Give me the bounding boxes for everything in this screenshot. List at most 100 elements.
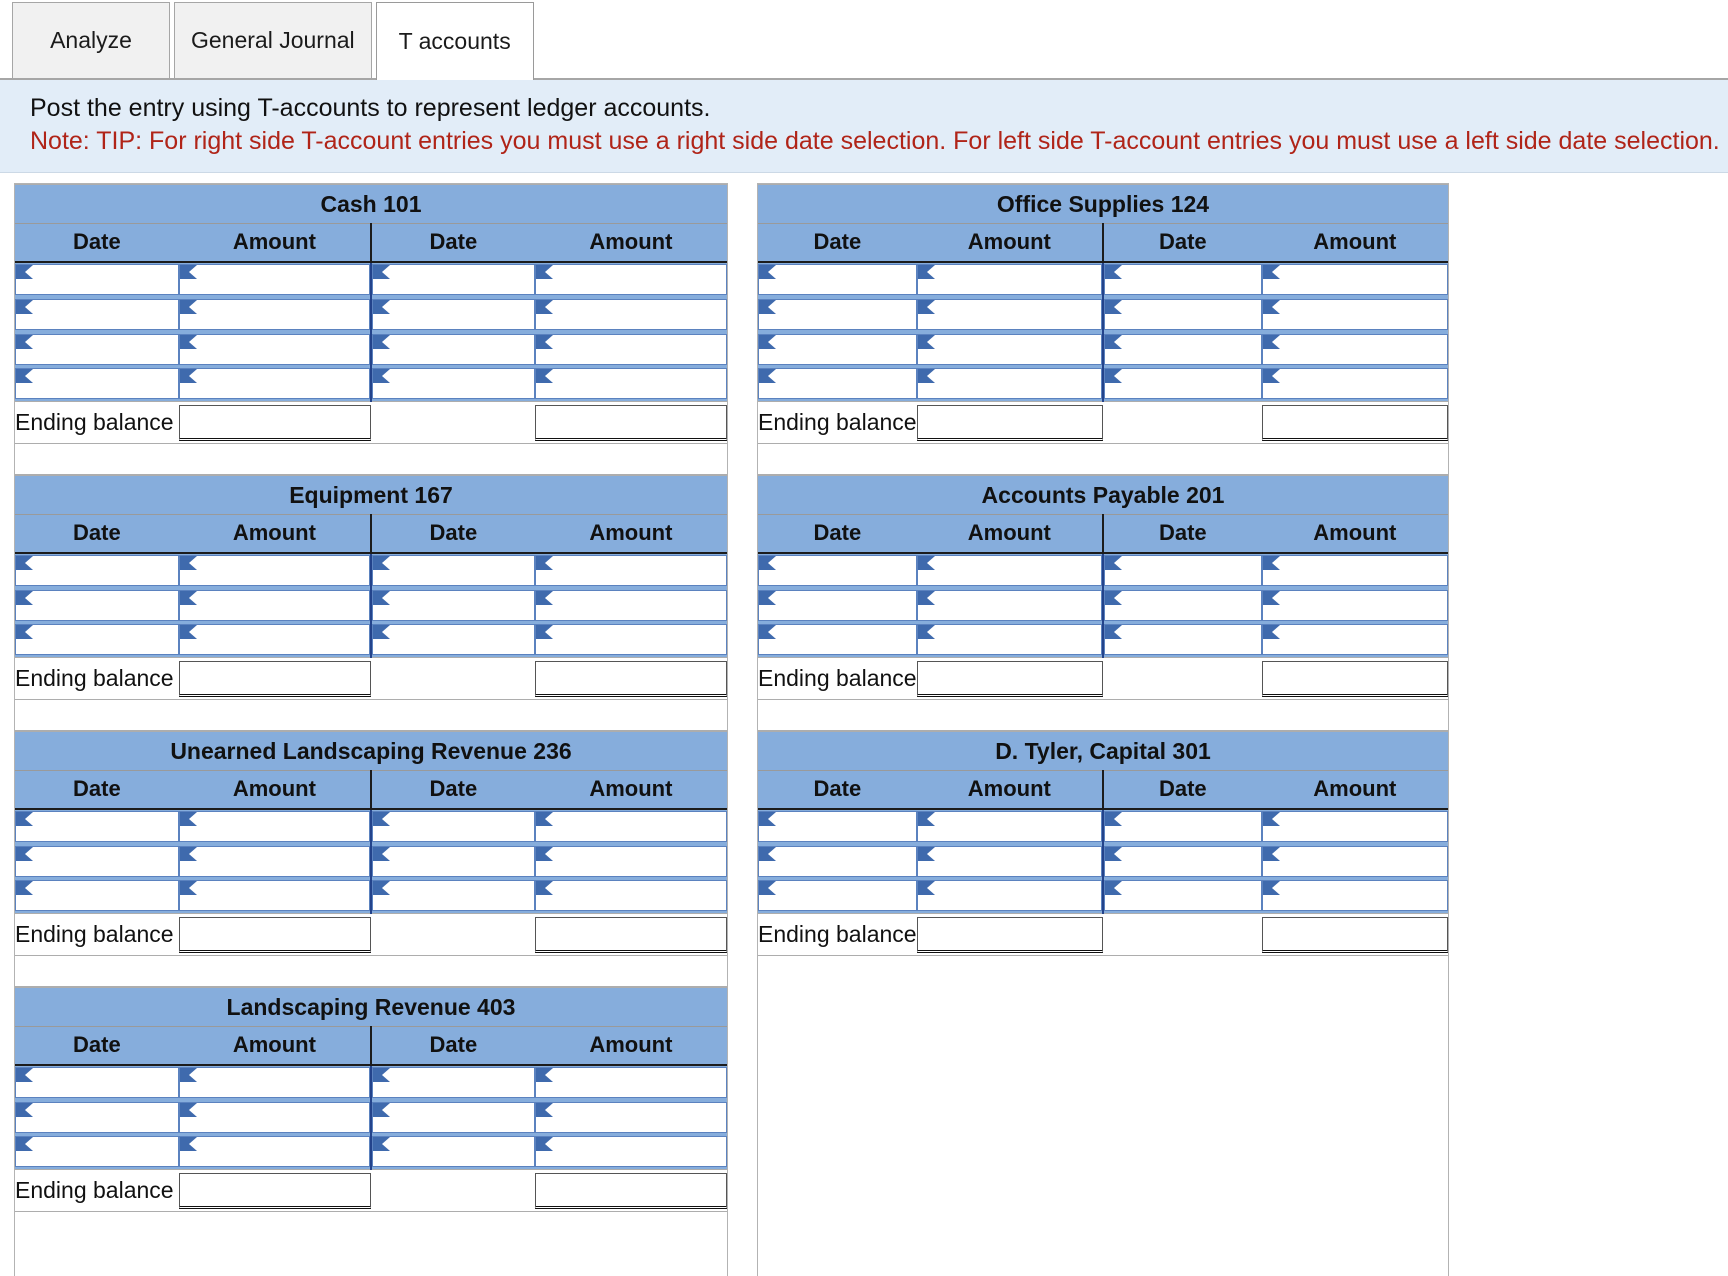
date-select-right-cash-101-row2[interactable] [371, 298, 535, 330]
date-select-left-cash-101-row4[interactable] [15, 368, 179, 400]
ending-balance-input-right-accounts-payable-201[interactable] [1261, 660, 1448, 697]
date-select-right-unearned-landscaping-revenue-236-row2[interactable] [371, 845, 535, 877]
date-select-left-unearned-landscaping-revenue-236-row2[interactable] [15, 845, 179, 877]
amount-select-right-accounts-payable-201-row1[interactable] [1261, 555, 1448, 586]
amount-select-right-d-tyler-capital-301-row3[interactable] [1261, 880, 1448, 912]
amount-select-left-cash-101-row4[interactable] [178, 368, 370, 400]
amount-select-left-d-tyler-capital-301-row1[interactable] [916, 811, 1102, 842]
amount-select-left-landscaping-revenue-403-row3[interactable] [178, 1136, 370, 1168]
amount-select-left-cash-101-row1[interactable] [178, 264, 370, 295]
date-select-left-d-tyler-capital-301-row2[interactable] [758, 845, 917, 877]
date-select-right-cash-101-row1[interactable] [371, 264, 535, 295]
date-select-right-equipment-167-row1[interactable] [371, 555, 535, 586]
amount-select-right-cash-101-row4[interactable] [534, 368, 727, 400]
tab-analyze[interactable]: Analyze [12, 2, 170, 78]
date-select-right-unearned-landscaping-revenue-236-row1[interactable] [371, 811, 535, 842]
amount-select-left-cash-101-row2[interactable] [178, 298, 370, 330]
date-select-left-d-tyler-capital-301-row1[interactable] [758, 811, 917, 842]
amount-select-right-office-supplies-124-row3[interactable] [1261, 333, 1448, 365]
date-select-right-office-supplies-124-row2[interactable] [1103, 298, 1262, 330]
amount-select-left-unearned-landscaping-revenue-236-row2[interactable] [178, 845, 370, 877]
date-select-right-accounts-payable-201-row2[interactable] [1103, 589, 1262, 621]
amount-select-left-office-supplies-124-row2[interactable] [916, 298, 1102, 330]
amount-select-left-unearned-landscaping-revenue-236-row3[interactable] [178, 880, 370, 912]
amount-select-left-d-tyler-capital-301-row2[interactable] [916, 845, 1102, 877]
date-select-right-office-supplies-124-row4[interactable] [1103, 368, 1262, 400]
date-select-left-equipment-167-row3[interactable] [15, 624, 179, 656]
date-select-right-landscaping-revenue-403-row3[interactable] [371, 1136, 535, 1168]
amount-select-right-accounts-payable-201-row2[interactable] [1261, 589, 1448, 621]
amount-select-left-accounts-payable-201-row2[interactable] [916, 589, 1102, 621]
amount-select-right-landscaping-revenue-403-row3[interactable] [534, 1136, 727, 1168]
ending-balance-input-right-cash-101[interactable] [534, 404, 727, 441]
amount-select-right-landscaping-revenue-403-row2[interactable] [534, 1101, 727, 1133]
date-select-right-unearned-landscaping-revenue-236-row3[interactable] [371, 880, 535, 912]
date-select-left-office-supplies-124-row2[interactable] [758, 298, 917, 330]
amount-select-right-unearned-landscaping-revenue-236-row1[interactable] [534, 811, 727, 842]
date-select-right-office-supplies-124-row3[interactable] [1103, 333, 1262, 365]
date-select-right-accounts-payable-201-row1[interactable] [1103, 555, 1262, 586]
date-select-right-d-tyler-capital-301-row2[interactable] [1103, 845, 1262, 877]
ending-balance-input-left-cash-101[interactable] [178, 404, 371, 441]
date-select-left-equipment-167-row2[interactable] [15, 589, 179, 621]
date-select-right-cash-101-row4[interactable] [371, 368, 535, 400]
ending-balance-input-left-d-tyler-capital-301[interactable] [916, 916, 1103, 953]
amount-select-right-landscaping-revenue-403-row1[interactable] [534, 1067, 727, 1098]
amount-select-left-equipment-167-row2[interactable] [178, 589, 370, 621]
date-select-left-landscaping-revenue-403-row1[interactable] [15, 1067, 179, 1098]
date-select-left-cash-101-row2[interactable] [15, 298, 179, 330]
ending-balance-input-left-accounts-payable-201[interactable] [916, 660, 1103, 697]
date-select-left-d-tyler-capital-301-row3[interactable] [758, 880, 917, 912]
date-select-left-unearned-landscaping-revenue-236-row1[interactable] [15, 811, 179, 842]
date-select-left-office-supplies-124-row4[interactable] [758, 368, 917, 400]
amount-select-left-equipment-167-row1[interactable] [178, 555, 370, 586]
amount-select-left-cash-101-row3[interactable] [178, 333, 370, 365]
date-select-left-equipment-167-row1[interactable] [15, 555, 179, 586]
date-select-right-landscaping-revenue-403-row2[interactable] [371, 1101, 535, 1133]
amount-select-right-equipment-167-row1[interactable] [534, 555, 727, 586]
amount-select-left-office-supplies-124-row1[interactable] [916, 264, 1102, 295]
amount-select-right-unearned-landscaping-revenue-236-row2[interactable] [534, 845, 727, 877]
amount-select-left-office-supplies-124-row3[interactable] [916, 333, 1102, 365]
amount-select-left-office-supplies-124-row4[interactable] [916, 368, 1102, 400]
tab-general-journal[interactable]: General Journal [174, 2, 372, 78]
date-select-left-office-supplies-124-row1[interactable] [758, 264, 917, 295]
date-select-left-office-supplies-124-row3[interactable] [758, 333, 917, 365]
amount-select-right-cash-101-row2[interactable] [534, 298, 727, 330]
date-select-left-accounts-payable-201-row1[interactable] [758, 555, 917, 586]
date-select-right-cash-101-row3[interactable] [371, 333, 535, 365]
amount-select-left-equipment-167-row3[interactable] [178, 624, 370, 656]
date-select-right-accounts-payable-201-row3[interactable] [1103, 624, 1262, 656]
amount-select-left-d-tyler-capital-301-row3[interactable] [916, 880, 1102, 912]
date-select-right-office-supplies-124-row1[interactable] [1103, 264, 1262, 295]
amount-select-right-cash-101-row1[interactable] [534, 264, 727, 295]
ending-balance-input-right-equipment-167[interactable] [534, 660, 727, 697]
tab-t-accounts[interactable]: T accounts [375, 2, 534, 80]
date-select-left-unearned-landscaping-revenue-236-row3[interactable] [15, 880, 179, 912]
date-select-right-equipment-167-row3[interactable] [371, 624, 535, 656]
ending-balance-input-right-d-tyler-capital-301[interactable] [1261, 916, 1448, 953]
date-select-right-d-tyler-capital-301-row3[interactable] [1103, 880, 1262, 912]
amount-select-right-office-supplies-124-row2[interactable] [1261, 298, 1448, 330]
date-select-left-accounts-payable-201-row3[interactable] [758, 624, 917, 656]
amount-select-right-unearned-landscaping-revenue-236-row3[interactable] [534, 880, 727, 912]
date-select-right-equipment-167-row2[interactable] [371, 589, 535, 621]
ending-balance-input-left-landscaping-revenue-403[interactable] [178, 1172, 371, 1209]
amount-select-left-accounts-payable-201-row1[interactable] [916, 555, 1102, 586]
ending-balance-input-right-landscaping-revenue-403[interactable] [534, 1172, 727, 1209]
date-select-right-d-tyler-capital-301-row1[interactable] [1103, 811, 1262, 842]
amount-select-left-landscaping-revenue-403-row1[interactable] [178, 1067, 370, 1098]
date-select-left-cash-101-row3[interactable] [15, 333, 179, 365]
amount-select-right-accounts-payable-201-row3[interactable] [1261, 624, 1448, 656]
amount-select-left-accounts-payable-201-row3[interactable] [916, 624, 1102, 656]
amount-select-right-d-tyler-capital-301-row2[interactable] [1261, 845, 1448, 877]
ending-balance-input-right-unearned-landscaping-revenue-236[interactable] [534, 916, 727, 953]
ending-balance-input-left-unearned-landscaping-revenue-236[interactable] [178, 916, 371, 953]
amount-select-right-equipment-167-row3[interactable] [534, 624, 727, 656]
amount-select-left-landscaping-revenue-403-row2[interactable] [178, 1101, 370, 1133]
amount-select-left-unearned-landscaping-revenue-236-row1[interactable] [178, 811, 370, 842]
date-select-left-accounts-payable-201-row2[interactable] [758, 589, 917, 621]
amount-select-right-office-supplies-124-row4[interactable] [1261, 368, 1448, 400]
date-select-right-landscaping-revenue-403-row1[interactable] [371, 1067, 535, 1098]
ending-balance-input-left-office-supplies-124[interactable] [916, 404, 1103, 441]
